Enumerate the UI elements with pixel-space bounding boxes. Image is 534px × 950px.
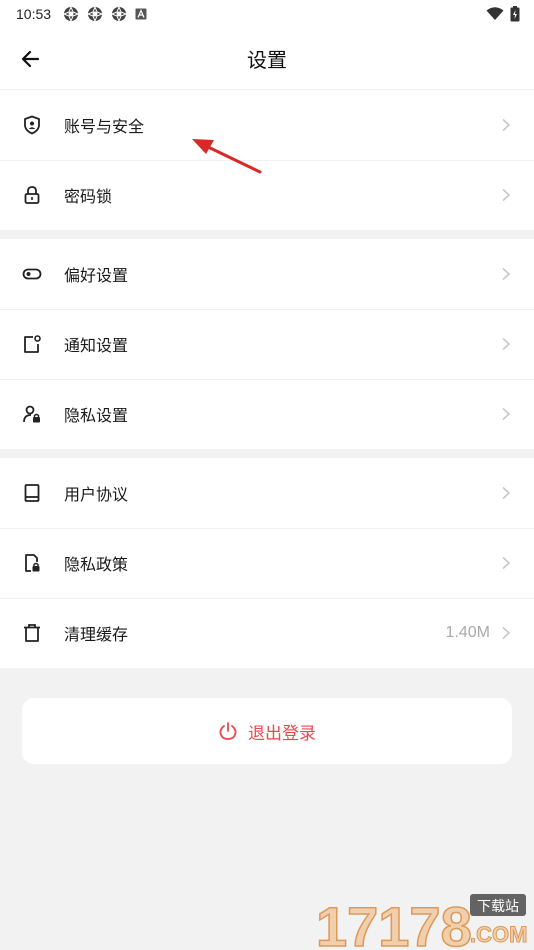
watermark-number: 17178 (316, 895, 472, 950)
settings-item-privacy[interactable]: 隐私设置 (0, 379, 534, 449)
settings-item-label: 密码锁 (64, 187, 113, 206)
power-icon (219, 722, 237, 740)
cache-size-value: 1.40M (445, 624, 490, 641)
settings-item-label: 隐私政策 (64, 555, 129, 574)
logout-button[interactable]: 退出登录 (22, 698, 512, 764)
chevron-right-icon (502, 626, 511, 640)
section-divider (0, 449, 534, 458)
settings-item-label: 用户协议 (64, 485, 129, 504)
section-divider (0, 230, 534, 239)
chevron-right-icon (502, 407, 511, 421)
settings-item-label: 通知设置 (64, 336, 129, 355)
chevron-right-icon (502, 188, 511, 202)
settings-item-notifications[interactable]: 通知设置 (0, 309, 534, 379)
chevron-right-icon (502, 267, 511, 281)
back-arrow-icon[interactable] (18, 46, 44, 72)
wifi-icon (486, 7, 504, 20)
settings-item-label: 清理缓存 (64, 625, 129, 644)
shield-user-icon (22, 115, 42, 135)
watermark-domain: .COM (470, 922, 527, 947)
battery-icon (510, 6, 520, 22)
toggle-icon (22, 264, 42, 284)
chevron-right-icon (502, 556, 511, 570)
a-badge-icon (135, 8, 147, 20)
user-lock-icon (22, 404, 42, 424)
watermark-badge: 下载站 (477, 899, 519, 915)
notification-icon (22, 334, 42, 354)
status-bar: 10:53 (0, 0, 534, 28)
settings-item-label: 隐私设置 (64, 406, 129, 425)
site-watermark-logo: 17178 下载站 .COM (315, 894, 528, 950)
settings-group-legal: 用户协议 隐私政策 清理缓存 1.40M (0, 458, 534, 668)
annotation-arrow-icon (192, 139, 262, 174)
trash-icon (22, 623, 42, 643)
settings-item-preferences[interactable]: 偏好设置 (0, 239, 534, 309)
notification-icons (63, 6, 147, 22)
app-notification-icon (63, 6, 80, 22)
document-lock-icon (22, 553, 42, 573)
book-icon (22, 483, 42, 503)
page-title: 设置 (247, 48, 287, 72)
lock-icon (22, 185, 42, 205)
chevron-right-icon (502, 118, 511, 132)
settings-group-preferences: 偏好设置 通知设置 隐私设置 (0, 239, 534, 449)
chevron-right-icon (502, 486, 511, 500)
settings-item-label: 账号与安全 (64, 117, 145, 136)
status-time: 10:53 (16, 6, 52, 22)
settings-item-privacy-policy[interactable]: 隐私政策 (0, 528, 534, 598)
settings-item-label: 偏好设置 (64, 266, 129, 285)
settings-item-clear-cache[interactable]: 清理缓存 1.40M (0, 598, 534, 668)
logout-label: 退出登录 (248, 723, 316, 744)
settings-item-user-agreement[interactable]: 用户协议 (0, 458, 534, 528)
nav-bar: 设置 (0, 28, 534, 90)
app-notification-icon (87, 6, 104, 22)
chevron-right-icon (502, 337, 511, 351)
app-notification-icon (111, 6, 128, 22)
